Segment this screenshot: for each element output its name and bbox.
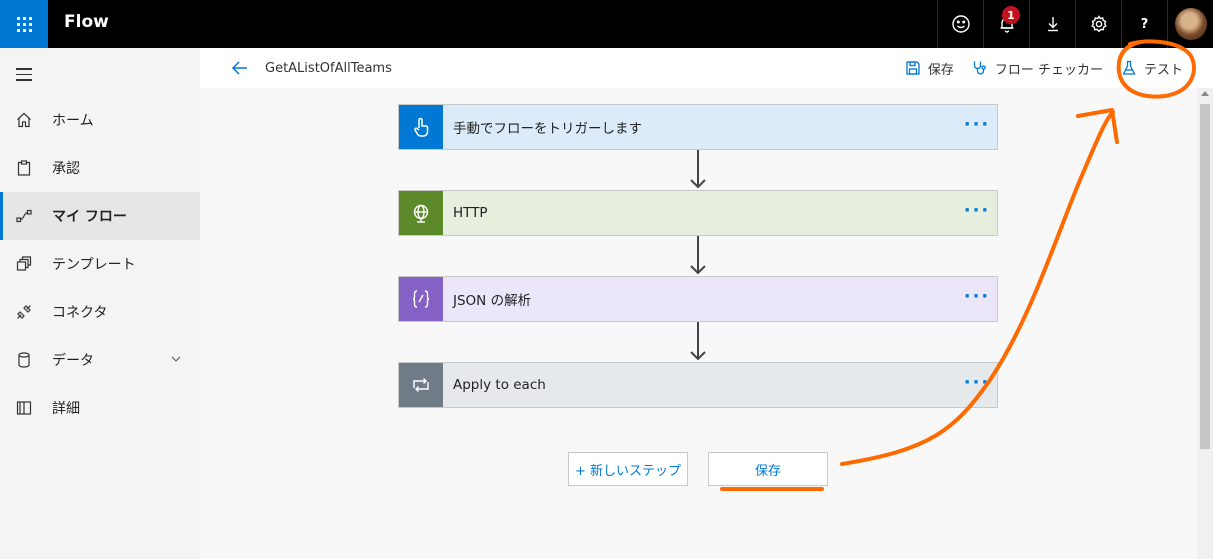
more-options-icon[interactable]: ··· bbox=[957, 286, 997, 307]
flask-icon bbox=[1122, 60, 1136, 75]
more-options-icon[interactable]: ··· bbox=[957, 372, 997, 393]
book-icon bbox=[14, 398, 34, 418]
sidebar-item-label: テンプレート bbox=[52, 257, 136, 273]
template-icon bbox=[14, 254, 34, 274]
sidebar-item-home[interactable]: ホーム bbox=[0, 96, 200, 144]
stethoscope-icon bbox=[973, 61, 986, 75]
arrow-down-icon bbox=[690, 351, 706, 361]
sidebar-item-label: ホーム bbox=[52, 113, 94, 129]
clipboard-icon bbox=[14, 158, 34, 178]
scroll-up-icon[interactable] bbox=[1201, 91, 1209, 96]
arrow-down-icon bbox=[690, 265, 706, 275]
help-button[interactable]: ? bbox=[1121, 0, 1167, 48]
notifications-button[interactable]: 1 bbox=[983, 0, 1029, 48]
hamburger-menu-icon[interactable] bbox=[16, 68, 32, 85]
sidebar-item-connectors[interactable]: コネクタ bbox=[0, 288, 200, 336]
flow-checker-button[interactable]: フロー チェッカー bbox=[972, 59, 1103, 78]
test-label: テスト bbox=[1143, 62, 1183, 78]
command-bar: GetAListOfAllTeams 保存 フロー チェッカー テスト bbox=[200, 48, 1213, 88]
scroll-thumb[interactable] bbox=[1200, 104, 1210, 449]
sidebar-item-approvals[interactable]: 承認 bbox=[0, 144, 200, 192]
more-options-icon[interactable]: ··· bbox=[957, 114, 997, 135]
sidebar-item-label: データ bbox=[52, 353, 94, 369]
arrow-down-icon bbox=[690, 179, 706, 189]
sidebar-item-templates[interactable]: テンプレート bbox=[0, 240, 200, 288]
sidebar: ホーム 承認 マイ フロー テンプレート コネクタ データ 詳細 bbox=[0, 48, 200, 559]
flow-name: GetAListOfAllTeams bbox=[265, 61, 392, 76]
sidebar-item-label: コネクタ bbox=[52, 305, 108, 321]
app-launcher-button[interactable] bbox=[0, 0, 48, 48]
help-icon: ? bbox=[1140, 16, 1149, 32]
home-icon bbox=[14, 110, 34, 130]
step-card-apply-to-each[interactable]: Apply to each ··· bbox=[398, 362, 998, 408]
test-button[interactable]: テスト bbox=[1121, 59, 1183, 78]
settings-button[interactable] bbox=[1075, 0, 1121, 48]
flow-checker-label: フロー チェッカー bbox=[994, 62, 1103, 78]
step-card-trigger[interactable]: 手動でフローをトリガーします ··· bbox=[398, 104, 998, 150]
waffle-icon bbox=[16, 16, 32, 32]
download-button[interactable] bbox=[1029, 0, 1075, 48]
notification-badge: 1 bbox=[1002, 6, 1020, 24]
step-title: Apply to each bbox=[453, 377, 546, 393]
step-title: JSON の解析 bbox=[453, 293, 532, 309]
chevron-down-icon[interactable] bbox=[170, 353, 182, 365]
avatar bbox=[1174, 8, 1207, 40]
sidebar-item-label: 詳細 bbox=[52, 401, 80, 417]
smiley-icon bbox=[951, 15, 970, 33]
download-icon bbox=[1047, 17, 1058, 32]
sidebar-item-label: マイ フロー bbox=[52, 209, 127, 225]
sidebar-item-data[interactable]: データ bbox=[0, 336, 200, 384]
save-icon bbox=[906, 61, 920, 75]
save-label: 保存 bbox=[927, 62, 954, 78]
nav-list: ホーム 承認 マイ フロー テンプレート コネクタ データ 詳細 bbox=[0, 96, 200, 432]
feedback-button[interactable] bbox=[937, 0, 983, 48]
account-button[interactable] bbox=[1167, 0, 1213, 48]
connector-icon bbox=[14, 302, 34, 322]
gear-icon bbox=[1090, 15, 1107, 33]
back-arrow-icon[interactable] bbox=[230, 58, 250, 78]
globe-icon bbox=[399, 191, 443, 235]
app-title[interactable]: Flow bbox=[64, 12, 109, 32]
loop-icon bbox=[399, 363, 443, 407]
sidebar-item-learn-more[interactable]: 詳細 bbox=[0, 384, 200, 432]
step-title: HTTP bbox=[453, 205, 488, 221]
touch-icon bbox=[399, 105, 443, 149]
step-card-parse-json[interactable]: JSON の解析 ··· bbox=[398, 276, 998, 322]
database-icon bbox=[14, 350, 34, 370]
step-card-http[interactable]: HTTP ··· bbox=[398, 190, 998, 236]
sidebar-item-label: 承認 bbox=[52, 161, 80, 177]
vertical-scrollbar[interactable] bbox=[1197, 88, 1213, 559]
sidebar-item-my-flows[interactable]: マイ フロー bbox=[0, 192, 200, 240]
more-options-icon[interactable]: ··· bbox=[957, 200, 997, 221]
step-title: 手動でフローをトリガーします bbox=[453, 121, 642, 137]
flow-icon bbox=[14, 206, 34, 226]
save-flow-button[interactable]: 保存 bbox=[708, 452, 828, 486]
new-step-button[interactable]: + 新しいステップ bbox=[568, 452, 688, 486]
top-bar: Flow 1 ? bbox=[0, 0, 1213, 48]
save-button[interactable]: 保存 bbox=[905, 59, 954, 78]
braces-icon bbox=[399, 277, 443, 321]
